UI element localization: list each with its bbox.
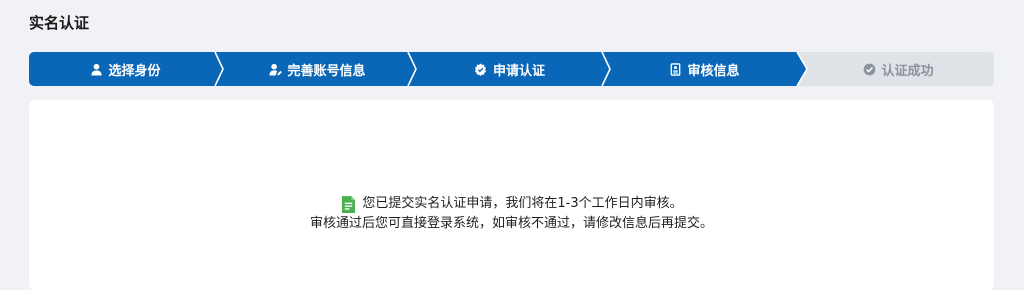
step-apply-certification[interactable]: 申请认证	[413, 52, 606, 86]
content-card: 您已提交实名认证申请，我们将在1-3个工作日内审核。 审核通过后您可直接登录系统…	[29, 100, 994, 290]
user-icon	[89, 62, 103, 76]
step-review-info[interactable]: 审核信息	[606, 52, 802, 86]
message-line-1: 您已提交实名认证申请，我们将在1-3个工作日内审核。	[362, 196, 683, 211]
user-edit-icon	[268, 62, 282, 76]
document-icon	[340, 194, 356, 214]
step-label: 申请认证	[492, 63, 545, 79]
id-card-icon	[668, 62, 682, 76]
step-label: 审核信息	[687, 63, 740, 79]
step-certification-success[interactable]: 认证成功	[802, 52, 994, 86]
submission-message: 您已提交实名认证申请，我们将在1-3个工作日内审核。 审核通过后您可直接登录系统…	[29, 194, 994, 234]
page-title: 实名认证	[29, 14, 90, 32]
step-label: 完善账号信息	[287, 63, 366, 79]
step-label: 选择身份	[108, 63, 161, 79]
check-circle-icon	[862, 62, 876, 76]
step-label: 认证成功	[881, 63, 934, 79]
step-complete-account-info[interactable]: 完善账号信息	[221, 52, 413, 86]
shield-badge-icon	[474, 62, 488, 76]
progress-stepper: 选择身份 完善账号信息 申请认证 审核信息 认证成功	[29, 52, 994, 86]
step-select-identity[interactable]: 选择身份	[29, 52, 221, 86]
message-line-2: 审核通过后您可直接登录系统，如审核不通过，请修改信息后再提交。	[309, 216, 713, 231]
